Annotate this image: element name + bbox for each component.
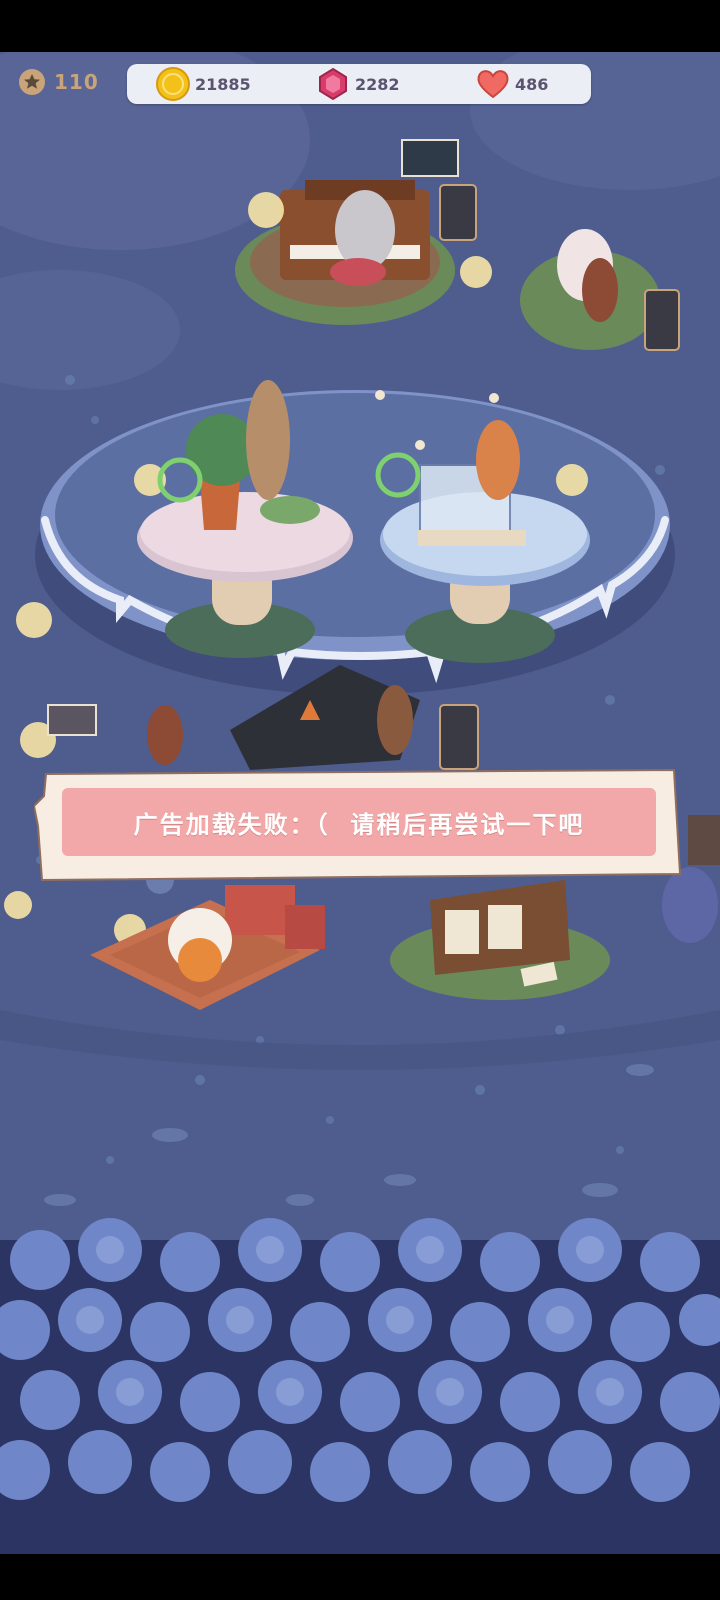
- hearts-value: 486: [515, 74, 549, 94]
- heart-icon: [477, 70, 509, 99]
- toast-message: 广告加载失败：（ 请稍后再尝试一下吧: [133, 810, 585, 839]
- navigation-bar: [0, 1554, 720, 1600]
- resource-bar: 21885 2282 486: [127, 64, 591, 104]
- hearts-counter[interactable]: 486: [475, 64, 548, 104]
- coins-counter[interactable]: 21885: [155, 64, 251, 104]
- gems-value: 2282: [355, 74, 400, 94]
- level-value: 110: [54, 70, 99, 94]
- coin-icon: [156, 67, 190, 101]
- gems-counter[interactable]: 2282: [315, 64, 400, 104]
- toast-message-box: 广告加载失败：（ 请稍后再尝试一下吧: [62, 788, 656, 856]
- star-icon: [19, 69, 45, 95]
- gem-icon: [319, 67, 347, 101]
- player-level[interactable]: 110: [18, 68, 99, 96]
- status-bar: [0, 0, 720, 52]
- ad-load-failed-toast: 广告加载失败：（ 请稍后再尝试一下吧: [34, 766, 684, 884]
- coins-value: 21885: [195, 74, 251, 94]
